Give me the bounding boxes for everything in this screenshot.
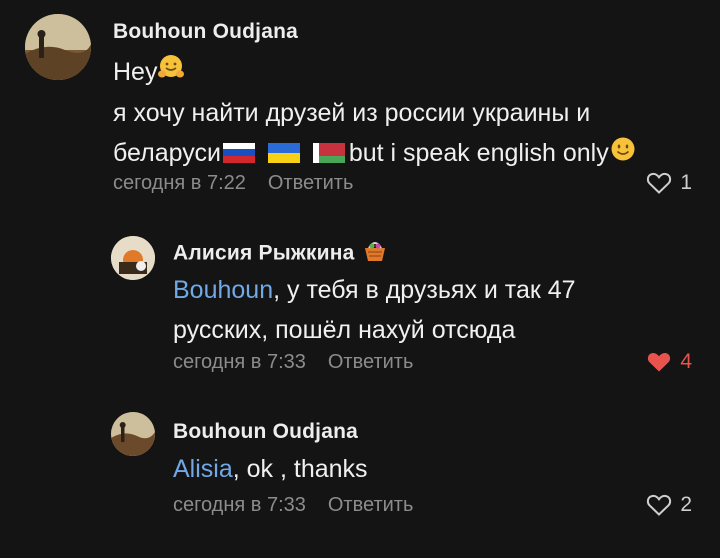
avatar[interactable] <box>111 412 155 456</box>
heart-outline-icon <box>647 172 672 194</box>
comment-timestamp: сегодня в 7:33 <box>173 494 306 516</box>
comment-meta: сегодня в 7:33 Ответить <box>173 351 413 374</box>
smiling-face-emoji <box>609 135 637 175</box>
comment-timestamp: сегодня в 7:22 <box>113 172 246 194</box>
heart-filled-icon <box>648 352 671 372</box>
comment-text: Bouhoun, у тебя в друзьях и так 47 русск… <box>173 270 576 350</box>
avatar[interactable] <box>111 236 155 280</box>
comment-text-line: беларуси <box>113 139 221 168</box>
like-count: 1 <box>680 171 692 194</box>
avatar-image <box>25 14 91 80</box>
comment-author-name: Алисия Рыжкина <box>173 241 355 265</box>
comment-text-line: , ok , thanks <box>232 455 368 483</box>
comment-text: Hey я хочу найти друзей из россии украин… <box>113 52 637 175</box>
like-button[interactable]: 2 <box>646 493 692 517</box>
flag-belarus <box>312 142 345 163</box>
like-count: 2 <box>680 493 692 516</box>
basket-emoji <box>361 238 389 270</box>
mention-link[interactable]: Bouhoun <box>173 276 273 304</box>
comment-text-line: я хочу найти друзей из россии украины и <box>113 99 591 128</box>
comment-author[interactable]: Bouhoun Oudjana <box>113 20 298 44</box>
comment-meta: сегодня в 7:33 Ответить <box>173 494 413 517</box>
avatar[interactable] <box>25 14 91 80</box>
like-count: 4 <box>680 350 692 373</box>
comment-text: Alisia, ok , thanks <box>173 449 368 489</box>
reply-button[interactable]: Ответить <box>328 351 414 373</box>
like-button[interactable]: 4 <box>646 350 692 374</box>
mention-link[interactable]: Alisia <box>173 455 233 483</box>
comment-meta: сегодня в 7:22 Ответить <box>113 172 353 195</box>
comment-text-line: Hey <box>113 58 158 86</box>
avatar-image <box>111 412 155 456</box>
comment-author[interactable]: Алисия Рыжкина <box>173 238 389 270</box>
reply-button[interactable]: Ответить <box>328 494 414 516</box>
heart-outline-icon <box>647 494 672 516</box>
hugging-face-emoji <box>157 53 185 93</box>
comment-timestamp: сегодня в 7:33 <box>173 351 306 373</box>
comment-author[interactable]: Bouhoun Oudjana <box>173 420 358 444</box>
flag-ukraine <box>267 142 300 163</box>
reply-button[interactable]: Ответить <box>268 172 354 194</box>
comment-text-line: , у тебя в друзьях и так 47 <box>273 276 576 304</box>
like-button[interactable]: 1 <box>646 171 692 195</box>
comment-text-line: but i speak english only <box>348 139 609 168</box>
flag-russia <box>222 142 255 163</box>
comment-text-line: русских, пошёл нахуй отсюда <box>173 316 516 344</box>
avatar-image <box>111 236 155 280</box>
